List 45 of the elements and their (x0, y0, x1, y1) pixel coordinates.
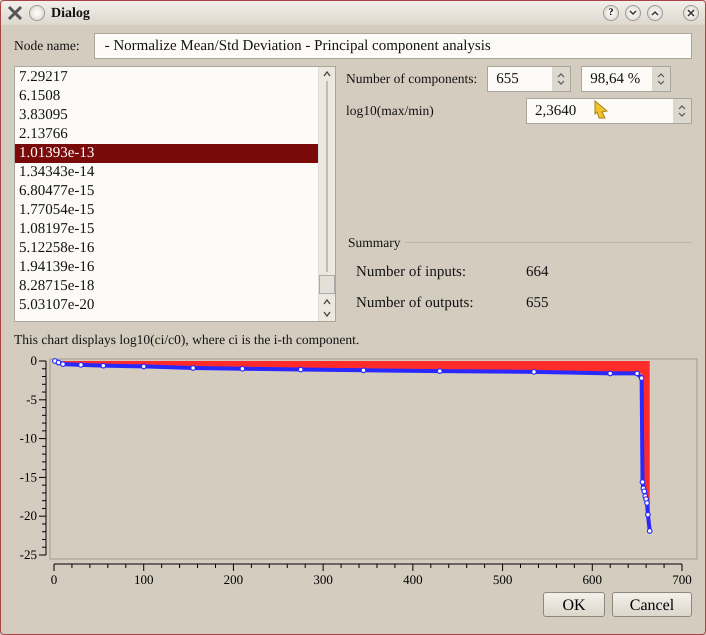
chart-caption: This chart displays log10(ci/c0), where ci is the i-th component. (14, 331, 360, 349)
summary-label: Number of inputs: (356, 263, 467, 282)
components-spinbox[interactable]: 655 (487, 66, 572, 92)
summary-value: 664 (526, 263, 548, 282)
list-item[interactable]: 5.03107e-20 (15, 296, 318, 315)
list-item[interactable]: 1.34343e-14 (15, 163, 318, 182)
list-item[interactable]: 5.12258e-16 (15, 239, 318, 258)
list-item[interactable]: 1.77054e-15 (15, 201, 318, 220)
y-tick-label: -5 (26, 392, 37, 408)
y-tick-label: -10 (20, 430, 37, 446)
list-item[interactable]: 3.83095 (15, 106, 318, 125)
percent-spinbox[interactable]: 98,64 % (581, 66, 672, 92)
list-item[interactable]: 1.94139e-16 (15, 258, 318, 277)
x-tick-label: 300 (313, 572, 333, 588)
log-ratio-label: log10(max/min) (346, 102, 435, 120)
eigenvalue-list[interactable]: 7.29217 6.1508 3.83095 2.13766 1.01393e-13 1.34343e-14 6.80477e-15 1.77054e-15 1.08197e-15 5.12258e-16 1.94139e-16 8.28715e-18 5.03107e-20 (14, 66, 336, 322)
x-tick-label: 700 (672, 572, 692, 588)
list-item[interactable]: 8.28715e-18 (15, 277, 318, 296)
node-name-label: Node name: (14, 36, 80, 55)
x-tick-label: 200 (224, 572, 244, 588)
list-item[interactable]: 6.80477e-15 (15, 182, 318, 201)
list-item[interactable]: 1.08197e-15 (15, 220, 318, 239)
node-name-field[interactable]: - Normalize Mean/Std Deviation - Principal component analysis (94, 33, 692, 59)
y-tick-label: -15 (20, 470, 37, 485)
x-tick-label: 400 (403, 572, 423, 588)
x-tick-label: 500 (492, 572, 512, 588)
dialog-button[interactable]: Cancel (612, 592, 692, 618)
window-title: Dialog (51, 4, 90, 22)
help-button[interactable]: ? (603, 5, 619, 21)
x-tick-label: 0 (50, 572, 58, 588)
x-tick-label: 100 (134, 572, 154, 588)
summary-heading: Summary (348, 234, 400, 252)
y-tick-label: -25 (20, 547, 37, 562)
dialog-button[interactable]: OK (543, 592, 605, 618)
list-item[interactable]: 7.29217 (15, 68, 318, 87)
list-item[interactable]: 6.1508 (15, 87, 318, 106)
x-tick-label: 600 (582, 572, 602, 588)
components-label: Number of components: (346, 70, 478, 88)
y-tick-label: -20 (20, 508, 37, 524)
log-ratio-spinbox[interactable]: 2,3640 (526, 98, 692, 124)
list-item[interactable]: 2.13766 (15, 125, 318, 144)
list-item[interactable]: 1.01393e-13 (15, 144, 318, 163)
summary-value: 655 (526, 294, 548, 312)
y-tick-label: 0 (30, 353, 37, 368)
summary-label: Number of outputs: (356, 294, 474, 312)
